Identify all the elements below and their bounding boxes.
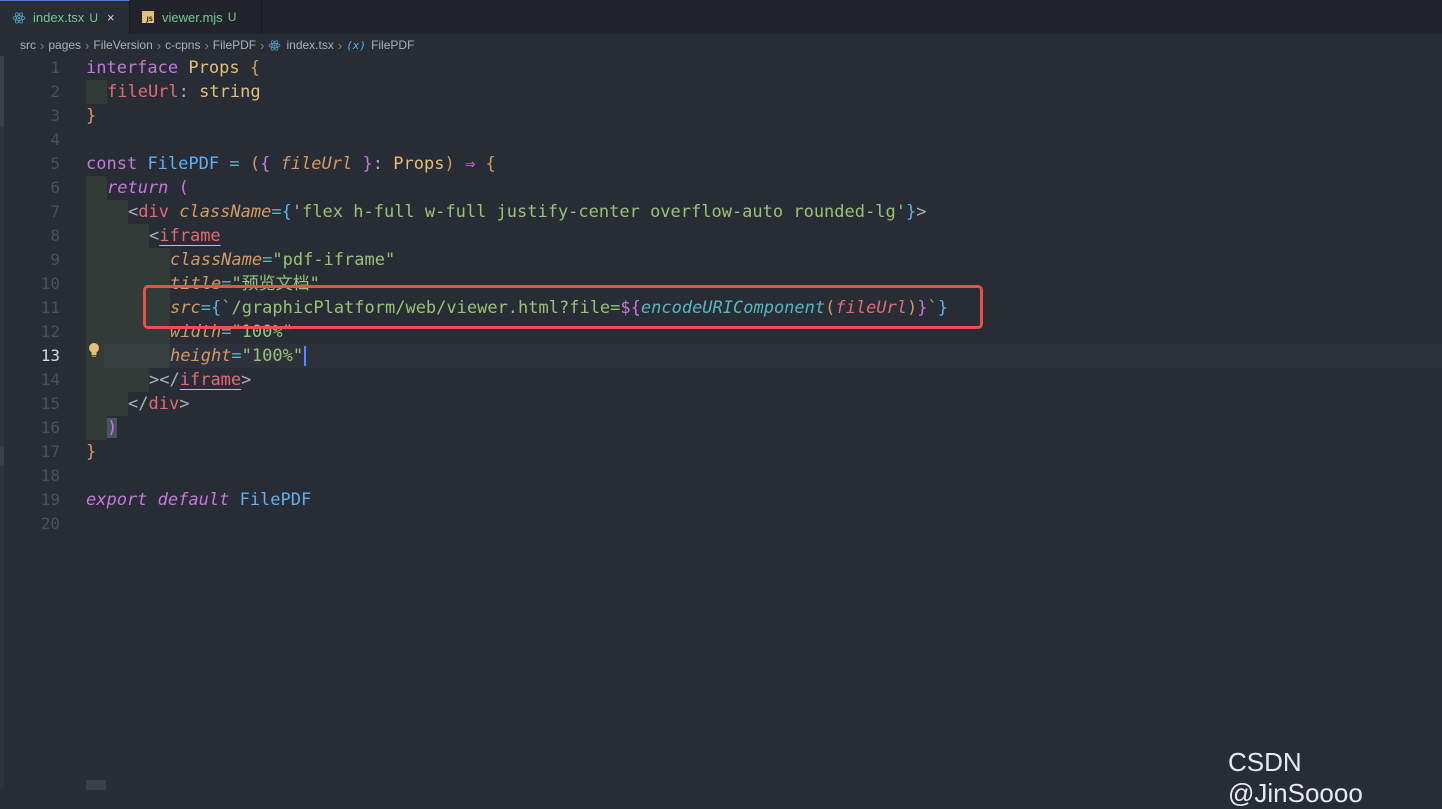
tab-viewer-mjs[interactable]: JS viewer.mjs U (130, 0, 262, 34)
code-line-13: height="100%" (170, 344, 307, 368)
line-number: 15 (40, 394, 60, 413)
close-icon[interactable]: × (107, 10, 115, 25)
lightbulb-icon[interactable] (88, 342, 100, 358)
code-line-16: ) (107, 418, 118, 438)
breadcrumb-item[interactable]: index.tsx (286, 38, 333, 52)
chevron-right-icon: › (260, 37, 265, 53)
code-line-5: const FilePDF = ({ fileUrl }: Props) ⇒ { (86, 154, 496, 174)
indent-guide (107, 200, 128, 416)
line-number: 9 (50, 250, 60, 269)
line-number: 17 (40, 442, 60, 461)
line-number: 11 (40, 298, 60, 317)
line-number: 4 (50, 130, 60, 149)
code-line-19: export default FilePDF (86, 490, 312, 510)
line-number: 7 (50, 202, 60, 221)
breadcrumb-item[interactable]: c-cpns (165, 38, 200, 52)
code-line-17: } (86, 442, 97, 462)
indent-guide (86, 80, 107, 104)
tab-status: U (89, 10, 98, 25)
tab-bar: index.tsx U × JS viewer.mjs U (0, 0, 1442, 34)
line-number-current: 13 (40, 346, 60, 365)
line-number: 2 (50, 82, 60, 101)
variable-icon: (x) (346, 38, 367, 52)
chevron-right-icon: › (156, 37, 162, 53)
line-number: 18 (40, 466, 60, 485)
line-number: 3 (50, 106, 60, 125)
breadcrumb-item[interactable]: FileVersion (93, 38, 152, 52)
annotation-highlight-box (143, 285, 983, 329)
tab-label: viewer.mjs (162, 9, 223, 25)
breadcrumb-item[interactable]: FilePDF (371, 38, 414, 52)
code-line-14: ></iframe> (149, 370, 252, 390)
indent-guide (86, 176, 107, 440)
line-number: 8 (50, 226, 60, 245)
text-cursor (304, 346, 307, 366)
tab-label: index.tsx (33, 10, 85, 25)
react-icon (12, 11, 26, 24)
code-line-7: <div className={'flex h-full w-full just… (128, 202, 927, 222)
line-number: 5 (50, 154, 60, 173)
line-number: 14 (40, 370, 60, 389)
breadcrumb-item[interactable]: src (20, 38, 36, 52)
code-line-2: fileUrl: string (107, 82, 261, 102)
line-number: 19 (40, 490, 60, 509)
code-editor[interactable]: 1 2 3 4 5 6 7 8 9 10 11 12 13 14 15 16 1… (0, 56, 1442, 790)
breadcrumb-item[interactable]: pages (48, 38, 81, 52)
tab-index-tsx[interactable]: index.tsx U × (0, 0, 130, 34)
code-line-8: <iframe (149, 226, 221, 246)
chevron-right-icon: › (337, 37, 343, 53)
line-number: 12 (40, 322, 60, 341)
horizontal-scrollbar[interactable] (86, 780, 106, 790)
code-line-9: className="pdf-iframe" (170, 250, 396, 270)
line-number: 1 (50, 58, 60, 77)
chevron-right-icon: › (40, 37, 45, 53)
chevron-right-icon: › (85, 37, 90, 53)
watermark: CSDN @JinSoooo (1228, 747, 1363, 808)
chevron-right-icon: › (204, 37, 209, 53)
line-number: 6 (50, 178, 60, 197)
js-file-icon: JS (142, 11, 154, 23)
line-number: 20 (40, 514, 60, 533)
code-line-15: </div> (128, 394, 190, 414)
code-line-6: return ( (107, 178, 189, 198)
breadcrumb: src › pages › FileVersion › c-cpns › Fil… (0, 34, 1442, 56)
line-number: 16 (40, 418, 60, 437)
code-line-1: interface Props { (86, 58, 261, 78)
breadcrumb-item[interactable]: FilePDF (213, 38, 256, 52)
code-line-3: } (86, 106, 97, 126)
line-number: 10 (40, 274, 60, 293)
tab-status: U (227, 10, 237, 24)
react-icon (269, 39, 281, 51)
